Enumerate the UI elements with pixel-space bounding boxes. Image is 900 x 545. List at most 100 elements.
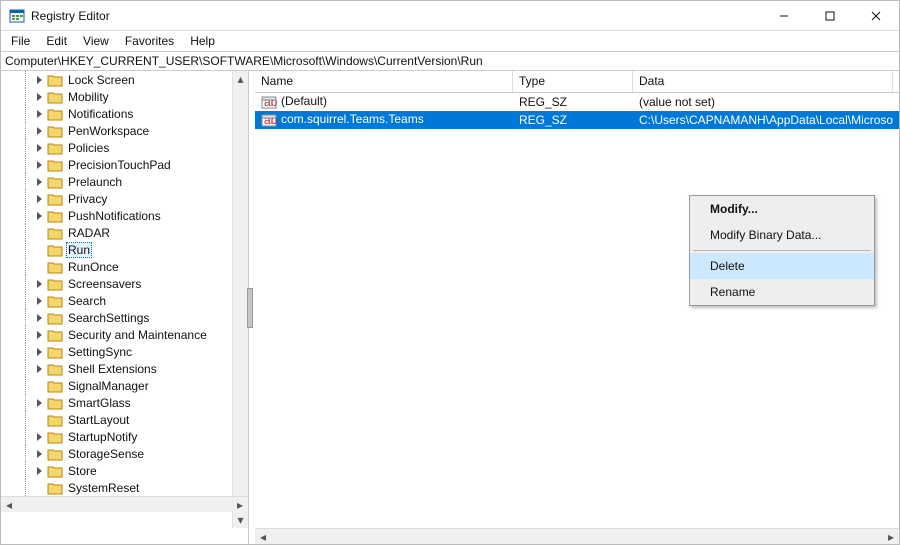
tree-node-startlayout[interactable]: StartLayout xyxy=(1,411,248,428)
tree-node-store[interactable]: Store xyxy=(1,462,248,479)
tree-node-label: Search xyxy=(66,294,108,308)
tree-node-settingsync[interactable]: SettingSync xyxy=(1,343,248,360)
value-name: com.squirrel.Teams.Teams xyxy=(281,112,424,126)
maximize-button[interactable] xyxy=(807,1,853,31)
expander-icon[interactable] xyxy=(33,277,47,291)
tree-node-pushnotifications[interactable]: PushNotifications xyxy=(1,207,248,224)
expander-icon[interactable] xyxy=(33,192,47,206)
scroll-right-icon[interactable]: ▸ xyxy=(883,530,899,544)
folder-icon xyxy=(47,209,63,223)
tree-node-notifications[interactable]: Notifications xyxy=(1,105,248,122)
tree-node-run[interactable]: Run xyxy=(1,241,248,258)
expander-icon[interactable] xyxy=(33,209,47,223)
tree-view[interactable]: Lock ScreenMobilityNotificationsPenWorks… xyxy=(1,71,249,544)
scroll-right-icon[interactable]: ▸ xyxy=(232,498,248,512)
folder-icon xyxy=(47,90,63,104)
folder-icon xyxy=(47,413,63,427)
tree-scrollbar-horizontal[interactable]: ◂ ▸ xyxy=(1,496,248,512)
tree-node-startupnotify[interactable]: StartupNotify xyxy=(1,428,248,445)
tree-scrollbar-vertical[interactable]: ▴ ▾ xyxy=(232,71,248,528)
expander-icon[interactable] xyxy=(33,107,47,121)
expander-icon[interactable] xyxy=(33,345,47,359)
regedit-icon xyxy=(9,8,25,24)
tree-node-privacy[interactable]: Privacy xyxy=(1,190,248,207)
folder-icon xyxy=(47,464,63,478)
scroll-left-icon[interactable]: ◂ xyxy=(255,530,271,544)
tree-node-runonce[interactable]: RunOnce xyxy=(1,258,248,275)
context-menu-modify-binary-data[interactable]: Modify Binary Data... xyxy=(690,222,874,248)
context-menu-modify[interactable]: Modify... xyxy=(690,196,874,222)
folder-icon xyxy=(47,311,63,325)
context-menu-delete[interactable]: Delete xyxy=(690,253,874,279)
menu-file[interactable]: File xyxy=(3,32,38,50)
expander-icon[interactable] xyxy=(33,311,47,325)
menu-favorites[interactable]: Favorites xyxy=(117,32,182,50)
expander-icon[interactable] xyxy=(33,379,47,393)
minimize-button[interactable] xyxy=(761,1,807,31)
expander-icon[interactable] xyxy=(33,175,47,189)
tree-node-label: SignalManager xyxy=(66,379,151,393)
tree-node-searchsettings[interactable]: SearchSettings xyxy=(1,309,248,326)
list-row[interactable]: ab(Default)REG_SZ(value not set) xyxy=(255,93,899,111)
expander-icon[interactable] xyxy=(33,243,47,257)
address-bar[interactable]: Computer\HKEY_CURRENT_USER\SOFTWARE\Micr… xyxy=(1,51,899,71)
expander-icon[interactable] xyxy=(33,226,47,240)
close-button[interactable] xyxy=(853,1,899,31)
menu-edit[interactable]: Edit xyxy=(38,32,75,50)
expander-icon[interactable] xyxy=(33,141,47,155)
scroll-up-icon[interactable]: ▴ xyxy=(233,71,248,87)
expander-icon[interactable] xyxy=(33,413,47,427)
folder-icon xyxy=(47,328,63,342)
window: Registry Editor FileEditViewFavoritesHel… xyxy=(0,0,900,545)
tree-node-policies[interactable]: Policies xyxy=(1,139,248,156)
tree-node-screensavers[interactable]: Screensavers xyxy=(1,275,248,292)
expander-icon[interactable] xyxy=(33,73,47,87)
expander-icon[interactable] xyxy=(33,124,47,138)
expander-icon[interactable] xyxy=(33,294,47,308)
tree-node-signalmanager[interactable]: SignalManager xyxy=(1,377,248,394)
splitter-handle-icon[interactable] xyxy=(247,288,253,328)
expander-icon[interactable] xyxy=(33,481,47,495)
reg-string-icon: ab xyxy=(261,112,277,128)
tree-node-shell-extensions[interactable]: Shell Extensions xyxy=(1,360,248,377)
expander-icon[interactable] xyxy=(33,362,47,376)
expander-icon[interactable] xyxy=(33,158,47,172)
column-type[interactable]: Type xyxy=(513,71,633,92)
tree-node-smartglass[interactable]: SmartGlass xyxy=(1,394,248,411)
list-view[interactable]: Name Type Data ab(Default)REG_SZ(value n… xyxy=(255,71,899,544)
expander-icon[interactable] xyxy=(33,260,47,274)
expander-icon[interactable] xyxy=(33,90,47,104)
tree-node-label: SmartGlass xyxy=(66,396,133,410)
value-data: C:\Users\CAPNAMANH\AppData\Local\Microso… xyxy=(633,113,893,127)
window-controls xyxy=(761,1,899,31)
tree-node-label: StartLayout xyxy=(66,413,131,427)
list-row[interactable]: abcom.squirrel.Teams.TeamsREG_SZC:\Users… xyxy=(255,111,899,129)
tree-node-precisiontouchpad[interactable]: PrecisionTouchPad xyxy=(1,156,248,173)
column-data[interactable]: Data xyxy=(633,71,893,92)
tree-node-search[interactable]: Search xyxy=(1,292,248,309)
tree-node-penworkspace[interactable]: PenWorkspace xyxy=(1,122,248,139)
tree-node-storagesense[interactable]: StorageSense xyxy=(1,445,248,462)
tree-node-label: StorageSense xyxy=(66,447,146,461)
scroll-left-icon[interactable]: ◂ xyxy=(1,498,17,512)
menu-help[interactable]: Help xyxy=(182,32,223,50)
column-name[interactable]: Name xyxy=(255,71,513,92)
expander-icon[interactable] xyxy=(33,447,47,461)
tree-node-mobility[interactable]: Mobility xyxy=(1,88,248,105)
tree-node-systemreset[interactable]: SystemReset xyxy=(1,479,248,496)
window-title: Registry Editor xyxy=(31,9,110,23)
expander-icon[interactable] xyxy=(33,430,47,444)
tree-node-security-and-maintenance[interactable]: Security and Maintenance xyxy=(1,326,248,343)
menu-view[interactable]: View xyxy=(75,32,117,50)
context-menu-rename[interactable]: Rename xyxy=(690,279,874,305)
expander-icon[interactable] xyxy=(33,328,47,342)
context-menu-separator xyxy=(693,250,871,251)
tree-node-label: Shell Extensions xyxy=(66,362,159,376)
scroll-down-icon[interactable]: ▾ xyxy=(233,512,248,528)
tree-node-radar[interactable]: RADAR xyxy=(1,224,248,241)
expander-icon[interactable] xyxy=(33,396,47,410)
tree-node-lock-screen[interactable]: Lock Screen xyxy=(1,71,248,88)
list-scrollbar-horizontal[interactable]: ◂ ▸ xyxy=(255,528,899,544)
expander-icon[interactable] xyxy=(33,464,47,478)
tree-node-prelaunch[interactable]: Prelaunch xyxy=(1,173,248,190)
